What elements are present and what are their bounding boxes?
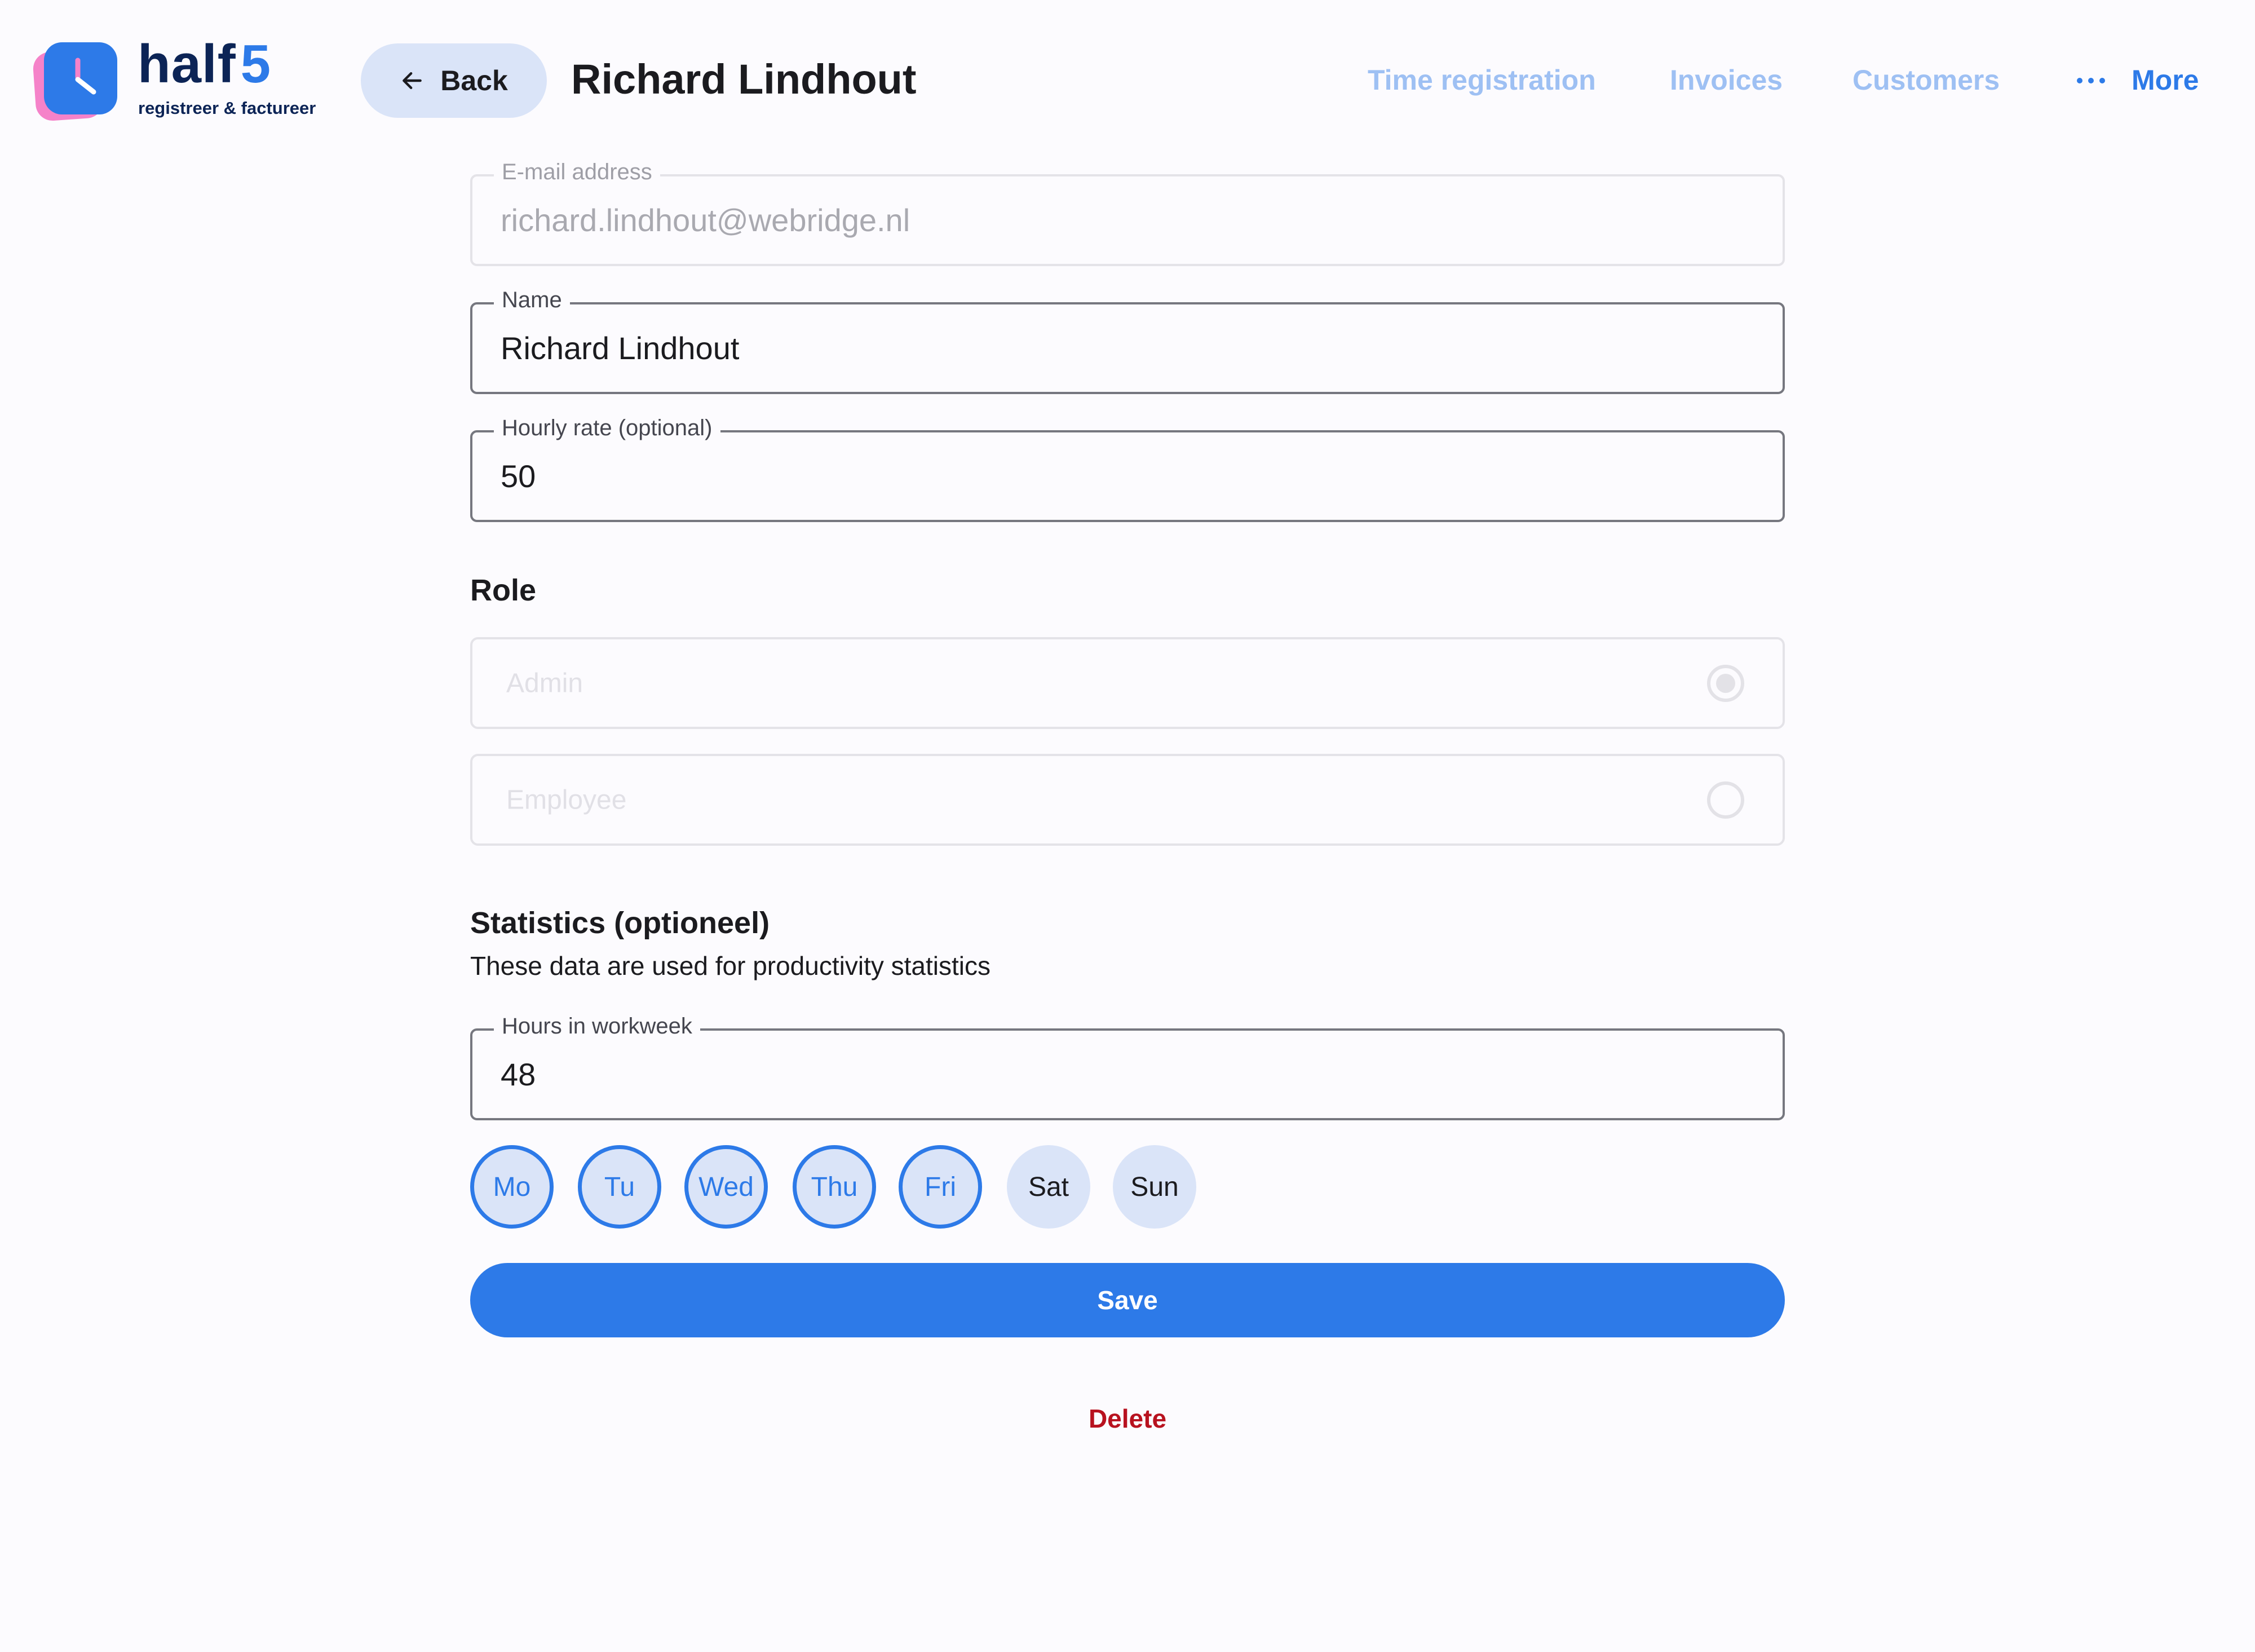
hourly-rate-field[interactable]: Hourly rate (optional) — [470, 416, 1785, 522]
statistics-heading: Statistics (optioneel) — [470, 906, 770, 940]
nav-invoices[interactable]: Invoices — [1670, 64, 1783, 96]
statistics-subtitle: These data are used for productivity sta… — [470, 951, 991, 980]
day-chip-thu[interactable]: Thu — [793, 1145, 876, 1229]
back-button[interactable]: Back — [361, 43, 547, 118]
save-button[interactable]: Save — [470, 1263, 1785, 1337]
role-heading: Role — [470, 573, 537, 607]
more-dots-icon[interactable] — [2077, 78, 2105, 83]
radio-selected-icon[interactable] — [1707, 664, 1744, 702]
role-option-label: Employee — [506, 785, 627, 815]
hourly-rate-input[interactable] — [501, 432, 1766, 520]
day-chip-fri[interactable]: Fri — [899, 1145, 982, 1229]
nav-time-registration[interactable]: Time registration — [1368, 64, 1596, 96]
day-chip-mo[interactable]: Mo — [470, 1145, 554, 1229]
arrow-left-icon — [403, 72, 422, 90]
day-chip-wed[interactable]: Wed — [684, 1145, 768, 1229]
logo-tagline: registreer & factureer — [138, 98, 316, 118]
email-field: E-mail address — [470, 160, 1785, 266]
email-input — [501, 176, 1766, 264]
logo-wordmark: half5 — [138, 34, 272, 94]
name-field[interactable]: Name — [470, 288, 1785, 394]
clock-icon — [44, 42, 117, 114]
page-title: Richard Lindhout — [571, 56, 917, 103]
role-option-employee[interactable]: Employee — [470, 754, 1785, 846]
role-option-admin[interactable]: Admin — [470, 637, 1785, 729]
name-input[interactable] — [501, 304, 1766, 392]
hours-workweek-field[interactable]: Hours in workweek — [470, 1014, 1785, 1120]
back-label: Back — [440, 65, 508, 96]
day-chip-sat[interactable]: Sat — [1007, 1145, 1090, 1229]
app-logo[interactable]: half5 registreer & factureer — [32, 37, 339, 125]
day-chip-tu[interactable]: Tu — [578, 1145, 661, 1229]
role-option-label: Admin — [506, 668, 583, 698]
delete-button[interactable]: Delete — [1071, 1402, 1184, 1435]
nav-more[interactable]: More — [2132, 64, 2199, 96]
radio-unselected-icon[interactable] — [1707, 781, 1744, 819]
hours-workweek-input[interactable] — [501, 1031, 1766, 1118]
day-chip-sun[interactable]: Sun — [1113, 1145, 1196, 1229]
nav-customers[interactable]: Customers — [1852, 64, 2000, 96]
